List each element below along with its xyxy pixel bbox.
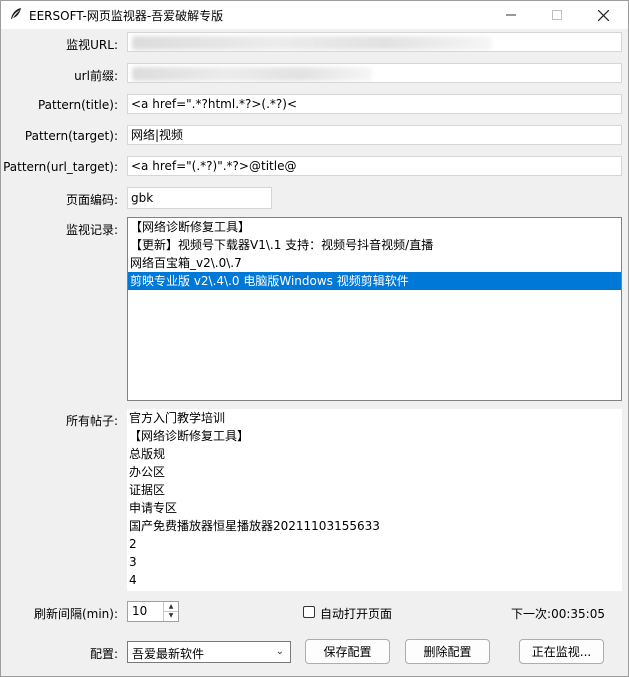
app-window: EERSOFT-网页监视器-吾爱破解专版 监视URL: url前缀: Patte… [0, 0, 629, 677]
monitor-url-input[interactable] [127, 32, 622, 52]
close-icon [597, 9, 609, 21]
config-label: 配置: [89, 647, 118, 661]
text-line: 2 [129, 537, 137, 551]
maximize-icon [552, 10, 562, 20]
config-select-value: 吾爱最新软件 [132, 647, 205, 661]
close-button[interactable] [580, 1, 626, 29]
config-select[interactable]: 吾爱最新软件 ⌄ [127, 641, 291, 663]
list-item[interactable]: 【网络诊断修复工具】 [128, 218, 621, 236]
list-item-selected[interactable]: 剪映专业版 v2\.4\.0 电脑版Windows 视频剪辑软件 [128, 272, 621, 290]
auto-open-checkbox[interactable] [303, 606, 315, 618]
monitor-log-label: 监视记录: [65, 223, 118, 237]
list-item[interactable]: 网络百宝箱_v2\.0\.7 [128, 254, 621, 272]
url-prefix-input[interactable] [127, 63, 622, 83]
refresh-interval-label: 刷新间隔(min): [33, 607, 118, 621]
title-bar[interactable]: EERSOFT-网页监视器-吾爱破解专版 [1, 1, 628, 29]
auto-open-label[interactable]: 自动打开页面 [320, 605, 392, 622]
minimize-button[interactable] [488, 1, 534, 29]
all-posts-label: 所有帖子: [65, 414, 118, 428]
minimize-icon [506, 14, 516, 16]
encoding-label: 页面编码: [65, 193, 118, 207]
text-line: 4 [129, 573, 137, 587]
chevron-down-icon: ⌄ [275, 646, 284, 657]
pattern-title-label: Pattern(title): [37, 98, 118, 112]
text-line: 证据区 [129, 483, 166, 497]
pattern-target-input[interactable]: 网络|视频 [127, 125, 622, 145]
refresh-interval-value: 10 [132, 604, 148, 618]
feather-icon [11, 8, 21, 19]
next-refresh-time: 下一次:00:35:05 [511, 607, 605, 621]
monitor-log-list[interactable]: 【网络诊断修复工具】 【更新】视频号下载器V1\.1 支持：视频号抖音视频/直播… [127, 217, 622, 401]
spin-arrows: ▲ ▼ [163, 602, 178, 621]
redacted-value [132, 36, 492, 50]
text-line: 国产免费播放器恒星播放器20211103155633 [129, 519, 380, 533]
monitor-url-label: 监视URL: [66, 38, 118, 52]
pattern-url-target-label: Pattern(url_target): [3, 160, 118, 174]
pattern-url-target-input[interactable]: <a href="(.*?)".*?>@title@ [127, 156, 622, 176]
text-line: 办公区 [129, 465, 166, 479]
text-line: 【网络诊断修复工具】 [129, 429, 250, 443]
encoding-input[interactable]: gbk [127, 187, 272, 209]
monitoring-button[interactable]: 正在监视... [519, 639, 604, 664]
text-line: 申请专区 [129, 501, 178, 515]
save-config-button[interactable]: 保存配置 [305, 639, 390, 664]
spin-down-icon[interactable]: ▼ [164, 611, 178, 620]
window-title: EERSOFT-网页监视器-吾爱破解专版 [29, 9, 224, 23]
text-line: 3 [129, 555, 137, 569]
delete-config-button[interactable]: 删除配置 [405, 639, 490, 664]
maximize-button[interactable] [534, 1, 580, 29]
text-line: 官方入门教学培训 [129, 411, 226, 425]
url-prefix-label: url前缀: [74, 69, 118, 83]
pattern-target-label: Pattern(target): [24, 129, 118, 143]
text-line: 总版规 [129, 447, 166, 461]
pattern-title-input[interactable]: <a href=".*?html.*?>(.*?)< [127, 94, 622, 114]
redacted-value [132, 67, 372, 81]
refresh-interval-spinbox[interactable]: 10 ▲ ▼ [127, 601, 179, 622]
list-item[interactable]: 【更新】视频号下载器V1\.1 支持：视频号抖音视频/直播 [128, 236, 621, 254]
all-posts-textarea[interactable]: 官方入门教学培训 【网络诊断修复工具】 总版规 办公区 证据区 申请专区 国产免… [127, 409, 622, 591]
